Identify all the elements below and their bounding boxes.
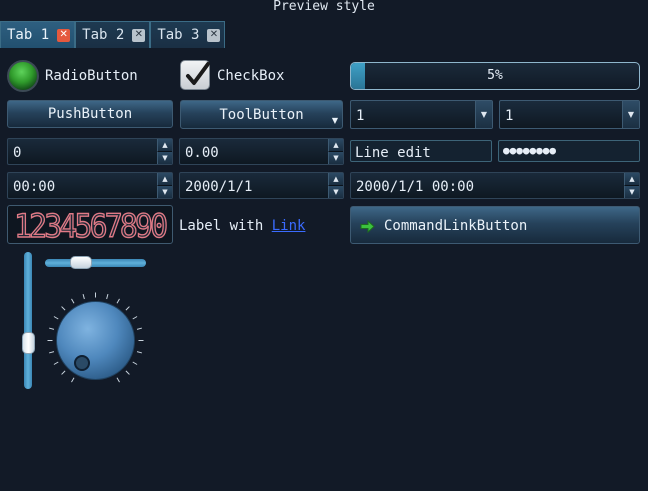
dropdown-arrow-icon: ▼ [331, 116, 338, 125]
checkbox[interactable] [180, 60, 210, 90]
dial-tick [125, 306, 130, 311]
dial-tick [116, 298, 120, 304]
dial-tick [49, 327, 55, 330]
dial-tick [82, 294, 85, 300]
line-edit[interactable]: Line edit [350, 140, 492, 162]
time-edit[interactable]: 00:00 ▲ ▼ [7, 172, 173, 199]
push-button[interactable]: PushButton [7, 100, 173, 128]
dial-tick [53, 316, 59, 320]
double-spinbox[interactable]: 0.00 ▲ ▼ [179, 138, 344, 165]
tab-3[interactable]: Tab 3 ✕ [150, 21, 226, 48]
line-edit-value: Line edit [355, 145, 431, 161]
command-link-button[interactable]: CommandLinkButton [350, 206, 640, 244]
int-spinbox[interactable]: 0 ▲ ▼ [7, 138, 173, 165]
spin-up-icon[interactable]: ▲ [157, 139, 172, 152]
spin-up-icon[interactable]: ▲ [624, 173, 639, 186]
dial-tick [71, 298, 75, 304]
tab-1-label: Tab 1 [7, 27, 50, 43]
vertical-slider-handle[interactable] [22, 332, 35, 354]
dial-tick [61, 370, 66, 375]
spin-down-icon[interactable]: ▼ [157, 152, 172, 164]
push-button-label: PushButton [47, 106, 133, 122]
vertical-slider[interactable] [24, 252, 32, 389]
spin-down-icon[interactable]: ▼ [328, 186, 343, 198]
dial-tick [132, 361, 138, 365]
tab-3-label: Tab 3 [157, 27, 200, 43]
date-edit-value: 2000/1/1 [185, 179, 253, 195]
combo-box-1[interactable]: 1 ▼ [350, 100, 493, 129]
chevron-down-icon[interactable]: ▼ [622, 101, 639, 128]
window-title: Preview style [273, 0, 375, 14]
datetime-edit[interactable]: 2000/1/1 00:00 ▲ ▼ [350, 172, 640, 199]
dial-tick [136, 327, 142, 330]
combo-box-2-value: 1 [505, 108, 514, 124]
dial-tick [116, 377, 120, 383]
lcd-number: 1234567890 [7, 205, 173, 246]
date-edit[interactable]: 2000/1/1 ▲ ▼ [179, 172, 344, 199]
spin-up-icon[interactable]: ▲ [328, 173, 343, 186]
spin-up-icon[interactable]: ▲ [157, 173, 172, 186]
password-field[interactable]: ●●●●●●●● [498, 140, 640, 162]
combo-box-2[interactable]: 1 ▼ [499, 100, 640, 129]
dial-tick [49, 351, 55, 354]
progress-text: 5% [487, 68, 503, 83]
chevron-down-icon[interactable]: ▼ [475, 101, 492, 128]
double-spinbox-value: 0.00 [185, 145, 219, 161]
tab-2[interactable]: Tab 2 ✕ [75, 21, 151, 48]
radio-button[interactable] [7, 60, 39, 92]
horizontal-slider-handle[interactable] [70, 256, 92, 269]
arrow-right-icon [360, 220, 375, 233]
tool-button-label: ToolButton [219, 106, 304, 123]
command-link-label: CommandLinkButton [384, 218, 528, 234]
dial-tick [136, 351, 142, 354]
close-icon[interactable]: ✕ [132, 28, 146, 42]
tool-button[interactable]: ToolButton ▼ [180, 100, 343, 129]
link-label-prefix: Label with [179, 218, 272, 234]
dial[interactable] [45, 290, 146, 391]
dial-knob-indicator [74, 355, 90, 371]
int-spinbox-value: 0 [13, 145, 22, 161]
password-value: ●●●●●●●● [503, 144, 556, 157]
close-icon[interactable]: ✕ [57, 28, 71, 42]
link[interactable]: Link [272, 218, 306, 234]
tab-2-label: Tab 2 [82, 27, 125, 43]
spin-up-icon[interactable]: ▲ [328, 139, 343, 152]
progress-bar: 5% [350, 62, 640, 90]
check-icon [186, 62, 210, 85]
spin-down-icon[interactable]: ▼ [624, 186, 639, 198]
tab-bar: Tab 1 ✕ Tab 2 ✕ Tab 3 ✕ [0, 21, 226, 48]
spin-down-icon[interactable]: ▼ [157, 186, 172, 198]
dial-tick [132, 316, 138, 320]
dial-tick [125, 370, 130, 375]
close-icon[interactable]: ✕ [207, 28, 221, 42]
dial-tick [61, 306, 66, 311]
spin-down-icon[interactable]: ▼ [328, 152, 343, 164]
tab-1[interactable]: Tab 1 ✕ [0, 21, 76, 48]
lcd-value: 1234567890 [13, 206, 168, 245]
dial-tick [71, 377, 75, 383]
combo-box-1-value: 1 [356, 108, 365, 124]
horizontal-slider[interactable] [45, 259, 146, 267]
datetime-edit-value: 2000/1/1 00:00 [356, 179, 475, 195]
time-edit-value: 00:00 [13, 179, 56, 195]
dial-tick [106, 294, 109, 300]
dial-tick [53, 361, 59, 365]
checkbox-label: CheckBox [217, 68, 285, 84]
radio-button-label: RadioButton [45, 68, 138, 84]
link-label: Label with Link [179, 218, 305, 234]
